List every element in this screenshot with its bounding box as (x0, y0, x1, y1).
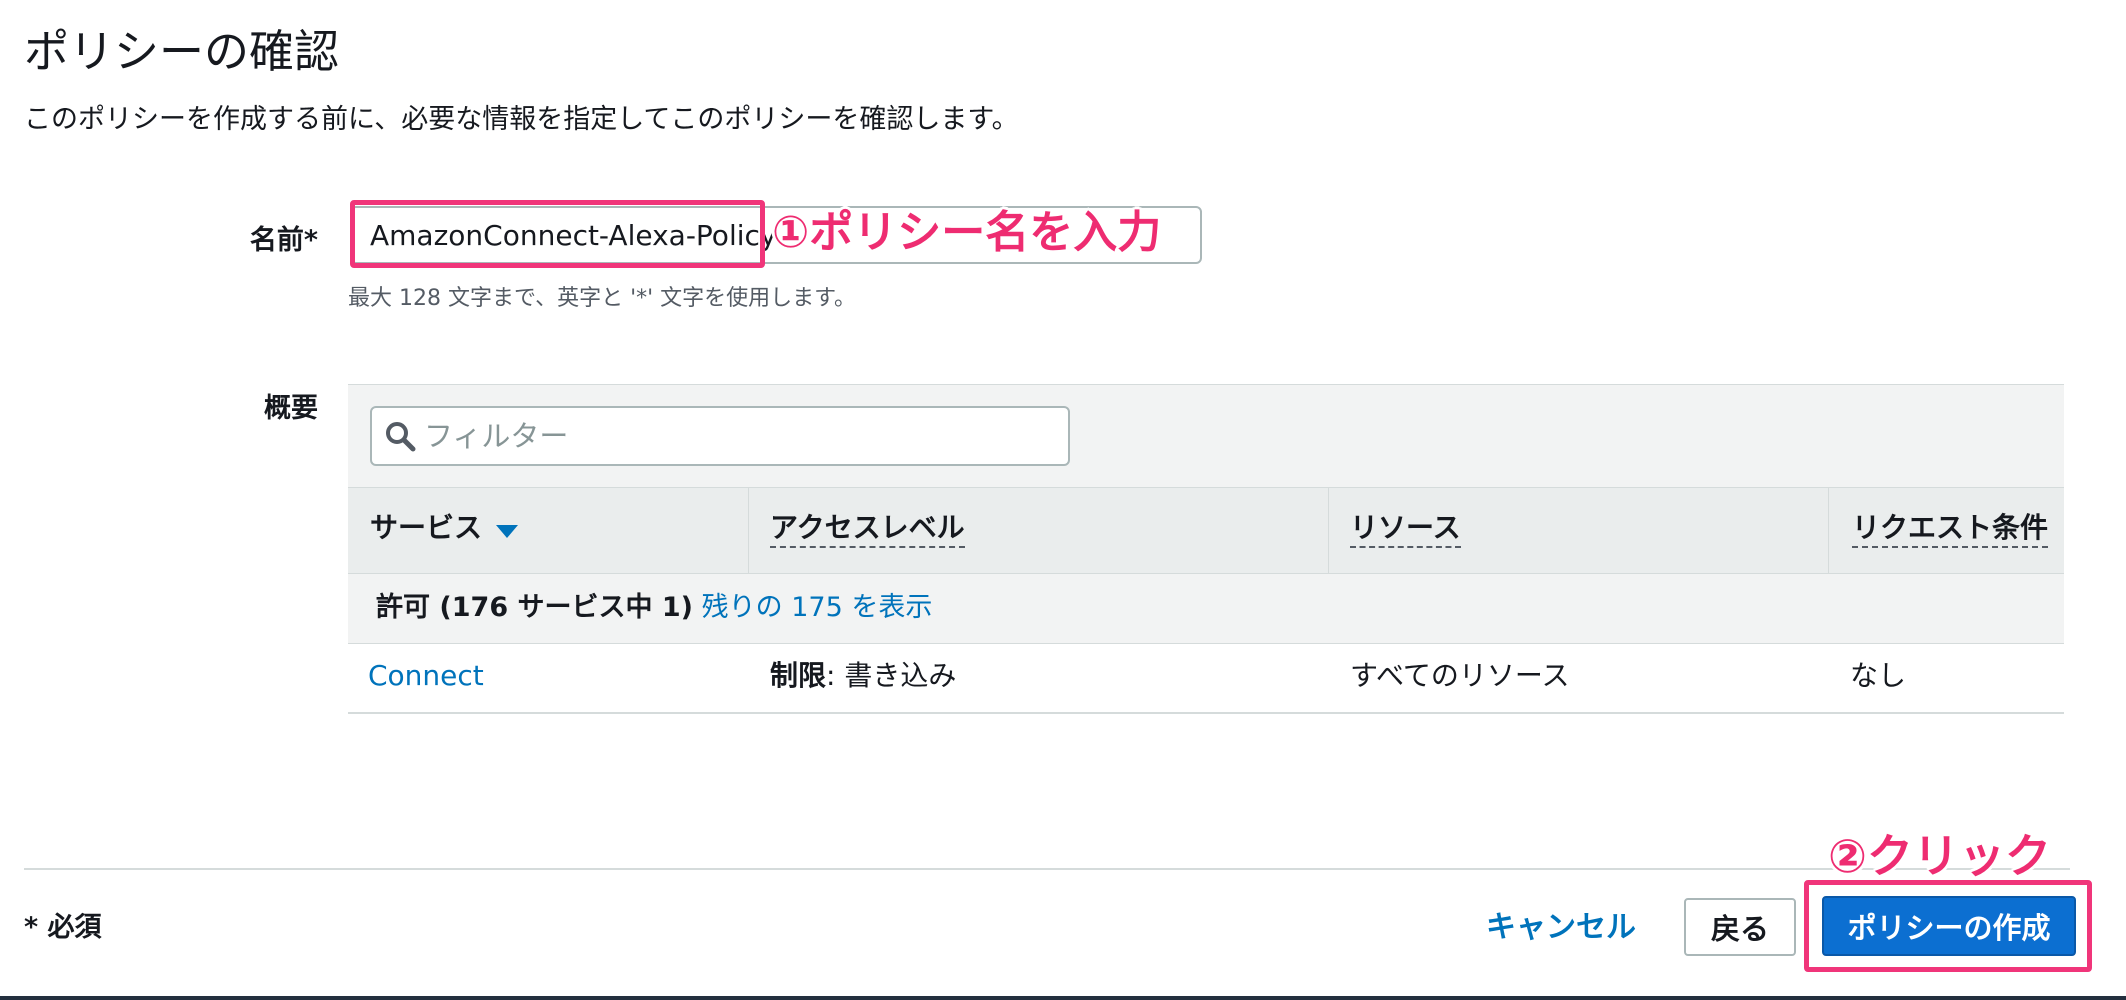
table-row (348, 644, 2064, 714)
name-field-hint: 最大 128 文字まで、英字と '*' 文字を使用します。 (348, 286, 856, 311)
access-level-cell: 制限: 書き込み (770, 656, 956, 696)
group-row-text: 許可 (176 サービス中 1) 残りの 175 を表示 (376, 588, 932, 628)
name-field-label: 名前* (249, 225, 318, 256)
condition-cell: なし (1850, 659, 1907, 692)
cancel-button[interactable]: キャンセル (1486, 904, 1636, 952)
table-header (348, 488, 2064, 574)
group-row-label: 許可 (176 サービス中 1) (376, 592, 694, 623)
search-icon (386, 422, 416, 452)
annotation-highlight-create (1804, 880, 2092, 972)
resource-cell: すべてのリソース (1350, 659, 1570, 692)
service-link[interactable]: Connect (368, 656, 484, 696)
bottom-bar (0, 996, 2126, 1000)
column-header-access-level[interactable]: アクセスレベル (770, 508, 965, 548)
column-header-service-label: サービス (370, 511, 483, 544)
column-header-condition-label: リクエスト条件 (1852, 511, 2049, 548)
caret-down-icon[interactable] (496, 525, 518, 539)
page-description: このポリシーを作成する前に、必要な情報を指定してこのポリシーを確認します。 (24, 104, 1019, 135)
column-divider (1828, 488, 1829, 574)
column-header-resource-label: リソース (1350, 511, 1461, 548)
column-header-condition[interactable]: リクエスト条件 (1852, 508, 2049, 548)
annotation-highlight-name (350, 200, 765, 268)
annotation-step2: ②クリック (1828, 829, 2051, 883)
filter-placeholder: フィルター (424, 419, 569, 453)
show-remaining-link[interactable]: 残りの 175 を表示 (702, 592, 933, 623)
column-header-resource[interactable]: リソース (1350, 508, 1461, 548)
annotation-step1: ①ポリシー名を入力 (772, 207, 1162, 258)
summary-label: 概要 (264, 393, 318, 424)
column-header-service[interactable]: サービス (370, 508, 482, 548)
required-note: * 必須 (24, 912, 102, 943)
page-title: ポリシーの確認 (24, 25, 340, 78)
back-button[interactable]: 戻る (1684, 898, 1796, 956)
column-divider (1328, 488, 1329, 574)
access-level-value: : 書き込み (826, 659, 957, 692)
footer-divider (24, 868, 2070, 870)
column-divider (748, 488, 749, 574)
access-level-label: 制限 (770, 659, 827, 692)
column-header-access-level-label: アクセスレベル (770, 511, 965, 548)
